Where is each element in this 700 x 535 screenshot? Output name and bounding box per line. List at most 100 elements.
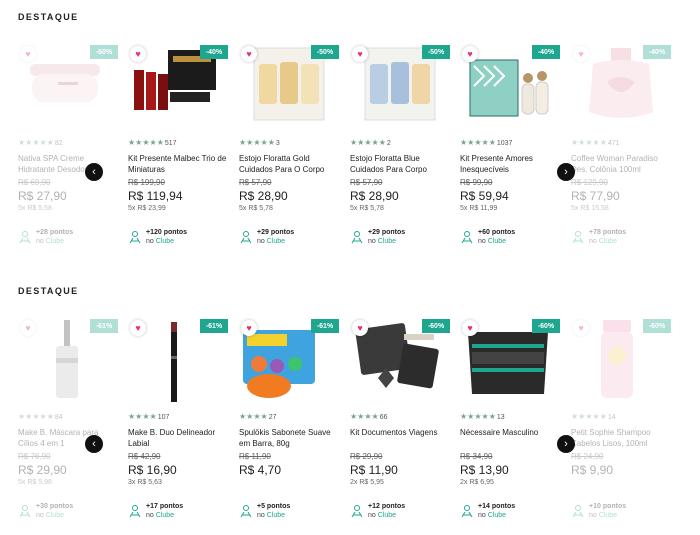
old-price: R$ 76,90 (18, 452, 51, 461)
club-points: +60 pontos no Clube (460, 228, 560, 248)
club-link[interactable]: Clube (156, 238, 174, 245)
product-name[interactable]: Kit Presente Amores Inesquecíveis (460, 153, 560, 175)
price: R$ 28,90 (350, 189, 399, 203)
club-label: no Clube (257, 238, 285, 245)
heart-icon[interactable]: ♥ (130, 320, 146, 336)
discount-badge: -61% (90, 319, 118, 333)
club-points: +120 pontos no Clube (128, 228, 228, 248)
club-prefix: no (368, 238, 378, 245)
review-count: 1037 (496, 140, 513, 147)
club-label: no Clube (589, 238, 617, 245)
points-value: +28 pontos (36, 229, 74, 236)
club-link[interactable]: Clube (46, 512, 64, 519)
club-points: +30 pontos no Clube (18, 502, 118, 522)
product-name[interactable]: Make B. Duo Delineador Labial (128, 427, 228, 449)
club-prefix: no (36, 238, 46, 245)
points-value: +60 pontos (478, 229, 516, 236)
club-link[interactable]: Clube (599, 512, 617, 519)
club-link[interactable]: Clube (488, 238, 506, 245)
product-name[interactable]: Petit Sophie Shampoo Cabelos Lisos, 100m… (571, 427, 671, 449)
review-count: 2 (386, 140, 391, 147)
club-label: no Clube (36, 512, 64, 519)
heart-icon[interactable]: ♥ (462, 320, 478, 336)
heart-icon[interactable]: ♥ (352, 46, 368, 62)
points-value: +29 pontos (368, 229, 406, 236)
club-points-icon (19, 505, 31, 518)
heart-icon[interactable]: ♥ (573, 320, 589, 336)
review-count: 84 (54, 414, 63, 421)
product-name[interactable]: Kit Documentos Viagens (350, 427, 450, 438)
rating: ★★★★★471 (571, 138, 620, 147)
product-name[interactable]: Coffee Woman Paradiso Des. Colônia 100ml (571, 153, 671, 175)
product-name[interactable]: Nécessaire Masculino (460, 427, 560, 438)
club-points-icon (461, 505, 473, 518)
club-points: +17 pontos no Clube (128, 502, 228, 522)
points-value: +29 pontos (257, 229, 295, 236)
club-label: no Clube (478, 512, 506, 519)
club-label: no Clube (146, 238, 174, 245)
club-link[interactable]: Clube (267, 512, 285, 519)
points-value: +78 pontos (589, 229, 627, 236)
installments: 5x R$ 5,78 (239, 205, 273, 212)
old-price: R$ 199,90 (128, 178, 165, 187)
heart-icon[interactable]: ♥ (241, 320, 257, 336)
rating-stars: ★★★★★ (239, 138, 275, 147)
club-points-icon (572, 231, 584, 244)
chevron-right-icon[interactable]: › (557, 163, 575, 181)
rating-stars: ★★★★★ (571, 138, 607, 147)
discount-badge: -61% (200, 319, 228, 333)
club-points-icon (572, 505, 584, 518)
installments: 2x R$ 6,95 (460, 479, 494, 486)
rating: ★★★★★82 (18, 138, 63, 147)
product-name[interactable]: Estojo Floratta Blue Cuidados Para Corpo (350, 153, 450, 175)
rating: ★★★★66 (350, 412, 387, 421)
review-count: 3 (275, 140, 280, 147)
heart-icon[interactable]: ♥ (20, 320, 36, 336)
club-points-icon (461, 231, 473, 244)
price: R$ 28,90 (239, 189, 288, 203)
chevron-left-icon[interactable]: ‹ (85, 435, 103, 453)
heart-icon[interactable]: ♥ (20, 46, 36, 62)
points-value: +10 pontos (589, 503, 627, 510)
heart-icon[interactable]: ♥ (130, 46, 146, 62)
chevron-left-icon[interactable]: ‹ (85, 163, 103, 181)
product-name[interactable]: Spulökis Sabonete Suave em Barra, 80g (239, 427, 339, 449)
price: R$ 11,90 (350, 463, 398, 477)
club-link[interactable]: Clube (46, 238, 64, 245)
installments: 2x R$ 5,95 (350, 479, 384, 486)
discount-badge: -60% (422, 319, 450, 333)
points-value: +120 pontos (146, 229, 188, 236)
heart-icon[interactable]: ♥ (352, 320, 368, 336)
rating: ★★★★★84 (18, 412, 63, 421)
club-prefix: no (257, 238, 267, 245)
club-link[interactable]: Clube (378, 238, 396, 245)
review-count: 517 (164, 140, 177, 147)
heart-icon[interactable]: ♥ (573, 46, 589, 62)
club-label: no Clube (36, 238, 64, 245)
product-name[interactable]: Estojo Floratta Gold Cuidados Para O Cor… (239, 153, 339, 175)
heart-icon[interactable]: ♥ (462, 46, 478, 62)
club-link[interactable]: Clube (488, 512, 506, 519)
points-value: +12 pontos (368, 503, 406, 510)
rating-stars: ★★★★★ (18, 412, 54, 421)
club-prefix: no (36, 512, 46, 519)
product-name[interactable]: Kit Presente Malbec Trio de Miniaturas (128, 153, 228, 175)
club-link[interactable]: Clube (599, 238, 617, 245)
discount-badge: -40% (643, 45, 671, 59)
rating: ★★★★★13 (460, 412, 505, 421)
club-link[interactable]: Clube (267, 238, 285, 245)
club-link[interactable]: Clube (378, 512, 396, 519)
review-count: 27 (268, 414, 277, 421)
product-name[interactable]: Nativa SPA Creme Hidratante Desodorante (18, 153, 118, 175)
product-name[interactable]: Make B. Máscara para Cílios 4 em 1 (18, 427, 118, 449)
chevron-right-icon[interactable]: › (557, 435, 575, 453)
club-points-icon (129, 231, 141, 244)
price: R$ 27,90 (18, 189, 67, 203)
old-price: R$ 69,90 (18, 178, 51, 187)
club-points-icon (129, 505, 141, 518)
rating-stars: ★★★★★ (18, 138, 54, 147)
discount-badge: -60% (532, 319, 560, 333)
heart-icon[interactable]: ♥ (241, 46, 257, 62)
club-link[interactable]: Clube (156, 512, 174, 519)
old-price: R$ 57,90 (239, 178, 272, 187)
